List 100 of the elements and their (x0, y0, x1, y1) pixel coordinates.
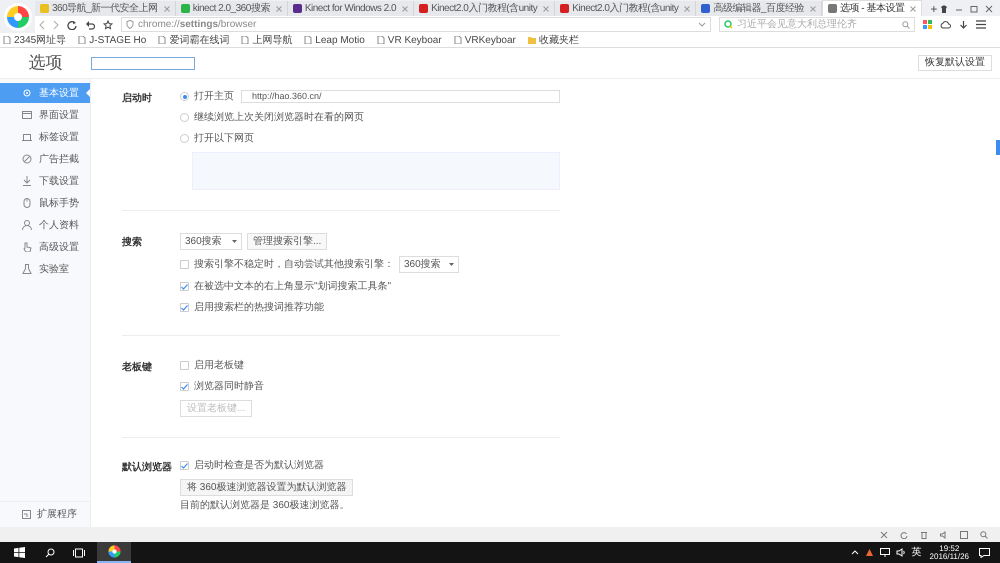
bookmark-link[interactable]: VR Keyboar (388, 32, 442, 48)
bookmark-icon (376, 36, 385, 44)
input-method-indicator[interactable]: 英 (912, 545, 922, 560)
dropdown[interactable]: 360搜索 (180, 233, 242, 250)
bookmark-link[interactable]: Leap Motio (315, 32, 365, 48)
zoom-icon[interactable] (980, 530, 988, 538)
browser-tab[interactable]: 选项 - 基本设置 (822, 0, 922, 16)
clock-date[interactable]: 2016/11/26 (930, 552, 969, 560)
windows-start-icon[interactable] (14, 547, 25, 558)
close-icon[interactable] (684, 6, 690, 12)
maximize-icon[interactable] (970, 5, 978, 13)
notification-icon[interactable] (979, 548, 990, 558)
close-icon[interactable] (402, 6, 408, 12)
browser-tab[interactable]: Kinect2.0入门教程(含unity (414, 1, 556, 16)
sidebar-item[interactable]: 界面设置 (0, 105, 90, 125)
undo-icon[interactable] (85, 20, 95, 30)
forward-icon[interactable] (53, 20, 59, 30)
checkbox[interactable] (180, 260, 189, 269)
window-icon[interactable] (960, 530, 968, 538)
close-icon[interactable] (543, 6, 550, 12)
browser-tab[interactable]: Kinect2.0入门教程(含unity (555, 1, 696, 16)
back-icon[interactable] (39, 20, 45, 30)
mouse-icon (22, 198, 32, 208)
bookmark-link[interactable]: 爱词霸在线词 (169, 32, 230, 48)
radio-button[interactable] (180, 134, 189, 143)
tab-title: Kinect2.0入门教程(含unity (572, 2, 678, 16)
favicon-icon (828, 4, 837, 13)
clock-time[interactable]: 19:52 (939, 544, 960, 552)
close-icon[interactable] (164, 6, 170, 12)
volume-icon[interactable] (896, 548, 906, 557)
tray-app-icon[interactable] (864, 548, 874, 557)
bookmark-link[interactable]: 收藏夹栏 (538, 32, 579, 48)
homepage-url-field[interactable]: http://hao.360.cn/ (241, 90, 560, 103)
dropdown[interactable]: 360搜索 (399, 256, 459, 273)
chevron-up-icon[interactable] (850, 550, 859, 555)
network-icon[interactable] (880, 548, 890, 557)
reload-icon[interactable] (67, 20, 77, 30)
radio-label: 打开以下网页 (194, 132, 254, 146)
bookmark-link[interactable]: 2345网址导 (14, 32, 66, 48)
bookmark-link[interactable]: J-STAGE Ho (89, 32, 146, 48)
checkbox[interactable] (180, 461, 189, 470)
browser-tab[interactable]: kinect 2.0_360搜索 (176, 1, 288, 16)
sidebar-item[interactable]: 标签设置 (0, 127, 90, 147)
new-tab-button[interactable]: + (930, 3, 938, 16)
radio-label: 继续浏览上次关闭浏览器时在看的网页 (194, 110, 364, 125)
sidebar-item[interactable]: 广告拦截 (0, 149, 90, 169)
section-label: 启动时 (122, 91, 153, 106)
settings-button[interactable]: 将 360极速浏览器设置为默认浏览器 (180, 479, 354, 496)
section-label: 老板键 (122, 360, 153, 375)
close-icon[interactable] (910, 6, 916, 12)
bookmark-link[interactable]: 上网导航 (252, 32, 292, 48)
bookmark-icon (78, 36, 86, 44)
speaker-icon[interactable] (940, 530, 948, 538)
download-icon[interactable] (959, 20, 968, 30)
tab-title: Kinect for Windows 2.0 (304, 2, 396, 16)
checkbox-label: 启用老板键 (194, 358, 244, 373)
reset-defaults-button[interactable]: 恢复默认设置 (918, 55, 992, 71)
search-field[interactable]: 习近平会见意大利总理伦齐 (719, 17, 915, 32)
checkbox[interactable] (180, 303, 189, 312)
browser-logo-icon[interactable] (2, 2, 32, 32)
caret-down-icon[interactable] (698, 22, 706, 27)
close-icon[interactable] (276, 6, 282, 12)
apps-icon[interactable] (923, 20, 932, 29)
close-icon[interactable] (985, 5, 993, 13)
bookmark-icon (454, 36, 462, 44)
taskbar-browser-button[interactable] (97, 542, 131, 563)
sidebar-item[interactable]: 实验室 (0, 259, 90, 279)
tab-title: 360导航_新一代安全上网 (52, 2, 158, 16)
close-icon[interactable] (810, 6, 816, 12)
checkbox-label: 在被选中文本的右上角显示"划词搜索工具条" (194, 280, 392, 294)
browser-tab[interactable]: 高级编辑器_百度经验 (696, 1, 822, 16)
trash-icon[interactable] (920, 530, 928, 538)
radio-button[interactable] (180, 113, 189, 122)
address-bar[interactable]: chrome://settings/browser (121, 17, 711, 32)
favicon-icon (560, 4, 570, 13)
checkbox[interactable] (180, 382, 189, 391)
skin-icon[interactable] (940, 5, 948, 13)
sidebar-item[interactable]: 鼠标手势 (0, 193, 90, 213)
manage-search-engines-button[interactable]: 管理搜索引擎... (247, 233, 328, 250)
settings-search-field[interactable] (91, 56, 195, 70)
sidebar-item[interactable]: 高级设置 (0, 237, 90, 257)
radio-button[interactable] (180, 92, 189, 101)
menu-icon[interactable] (976, 20, 986, 29)
cloud-icon[interactable] (940, 20, 951, 29)
bookmark-link[interactable]: VRKeyboar (464, 32, 516, 48)
tab-title: Kinect2.0入门教程(含unity (431, 2, 538, 16)
task-view-icon[interactable] (73, 548, 85, 558)
checkbox[interactable] (180, 282, 189, 291)
browser-tab[interactable]: Kinect for Windows 2.0 (288, 1, 414, 16)
gear-icon (22, 88, 32, 98)
sidebar-item[interactable]: 下载设置 (0, 171, 90, 191)
search-icon[interactable] (45, 548, 55, 558)
flask-icon (22, 264, 32, 274)
extensions-link[interactable]: 扩展程序 (37, 507, 77, 522)
browser-tab[interactable]: 360导航_新一代安全上网 (35, 1, 176, 16)
refresh-icon[interactable] (900, 530, 908, 538)
star-icon[interactable] (103, 20, 113, 30)
checkbox[interactable] (180, 361, 189, 370)
sidebar-item[interactable]: 个人资料 (0, 215, 90, 235)
scrollbar-thumb[interactable] (996, 140, 1000, 155)
